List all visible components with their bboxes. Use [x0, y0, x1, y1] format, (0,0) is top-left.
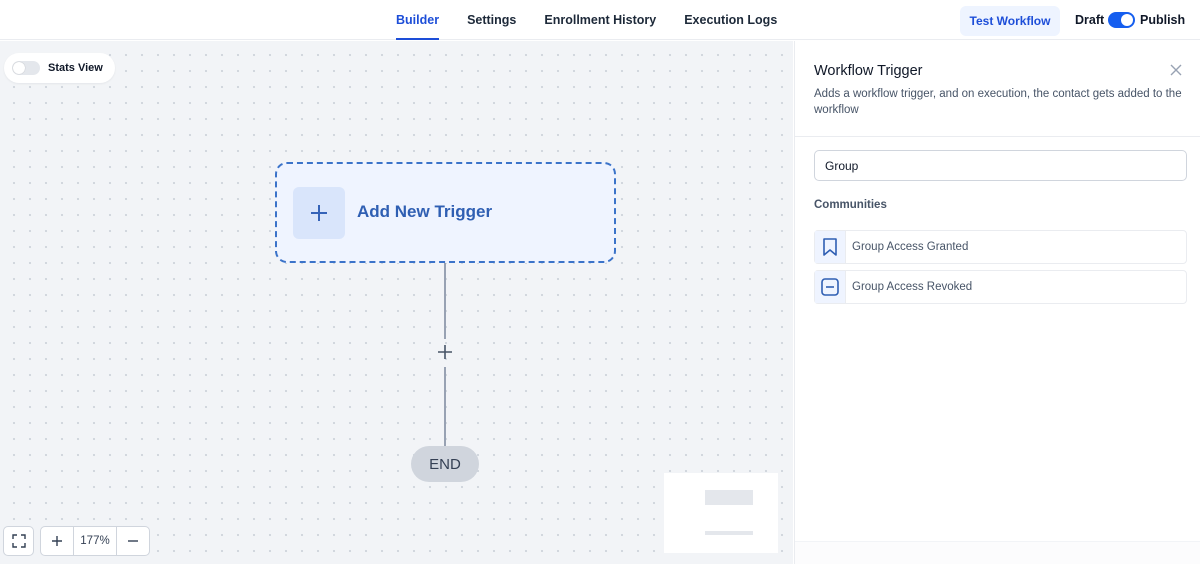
tab-settings[interactable]: Settings: [453, 0, 530, 40]
minus-square-icon: [815, 271, 846, 303]
option-group-access-granted[interactable]: Group Access Granted: [814, 230, 1187, 264]
workflow-canvas[interactable]: Stats View Add New Trigger END 177%: [0, 41, 793, 564]
stats-view-label: Stats View: [48, 62, 103, 74]
minimap-node: [705, 531, 753, 535]
test-workflow-button[interactable]: Test Workflow: [960, 6, 1060, 36]
tab-builder[interactable]: Builder: [382, 0, 453, 40]
stats-view-toggle[interactable]: Stats View: [4, 53, 115, 83]
option-label: Group Access Granted: [852, 241, 969, 253]
add-new-trigger-card[interactable]: Add New Trigger: [275, 162, 616, 263]
publish-label: Publish: [1140, 13, 1186, 27]
draft-label: Draft: [1075, 13, 1105, 27]
minimap[interactable]: [664, 473, 778, 553]
section-label-communities: Communities: [814, 199, 887, 211]
stats-view-switch[interactable]: [12, 61, 40, 75]
panel-title: Workflow Trigger: [814, 63, 923, 79]
zoom-level: 177%: [73, 527, 117, 555]
close-icon: [1170, 64, 1182, 76]
close-panel-button[interactable]: [1169, 63, 1185, 79]
tab-enrollment-history[interactable]: Enrollment History: [530, 0, 670, 40]
toggle-knob: [13, 62, 25, 74]
zoom-out-button[interactable]: [117, 527, 149, 555]
toggle-knob: [1121, 14, 1133, 26]
connector-line: [444, 367, 446, 446]
option-group-access-revoked[interactable]: Group Access Revoked: [814, 270, 1187, 304]
tab-execution-logs[interactable]: Execution Logs: [670, 0, 791, 40]
bookmark-icon: [815, 231, 846, 263]
expand-icon: [11, 534, 26, 548]
panel-footer: [795, 541, 1200, 564]
plus-icon: [293, 187, 345, 239]
add-new-trigger-label: Add New Trigger: [357, 202, 493, 221]
publish-toggle[interactable]: [1108, 12, 1135, 28]
top-bar: Builder Settings Enrollment History Exec…: [0, 0, 1200, 40]
add-step-button[interactable]: [435, 342, 455, 362]
end-node: END: [411, 446, 479, 482]
minimap-node: [705, 490, 753, 505]
connector-line: [444, 263, 446, 339]
zoom-in-button[interactable]: [41, 527, 73, 555]
zoom-controls: 177%: [40, 526, 150, 556]
panel-description: Adds a workflow trigger, and on executio…: [814, 88, 1182, 116]
option-label: Group Access Revoked: [852, 281, 973, 293]
trigger-side-panel: Workflow Trigger Adds a workflow trigger…: [794, 41, 1200, 564]
plus-icon: [52, 536, 62, 546]
workflow-tabs: Builder Settings Enrollment History Exec…: [382, 0, 791, 40]
trigger-search-input[interactable]: [814, 150, 1187, 181]
minus-icon: [128, 540, 138, 542]
panel-header: Workflow Trigger Adds a workflow trigger…: [795, 41, 1200, 137]
fit-view-button[interactable]: [3, 526, 34, 556]
